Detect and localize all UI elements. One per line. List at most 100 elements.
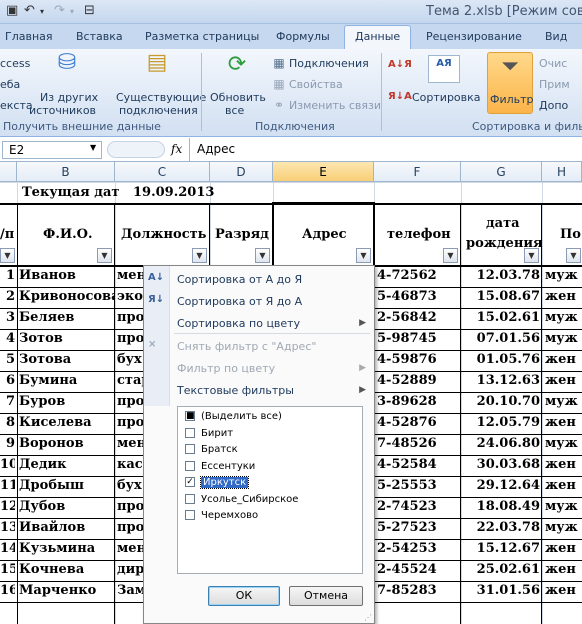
column-header-b[interactable]: B bbox=[17, 162, 115, 182]
filter-value-item[interactable]: Братск bbox=[185, 443, 238, 456]
properties-button[interactable]: Свойства bbox=[289, 78, 343, 91]
existing-connections-label-2[interactable]: подключения bbox=[119, 104, 198, 117]
refresh-all-label-2[interactable]: все bbox=[225, 104, 244, 117]
advanced-button[interactable]: Допо bbox=[539, 99, 568, 112]
tab-data[interactable]: Данные bbox=[344, 25, 412, 49]
cell-birth-date[interactable]: 25.02.61 bbox=[463, 560, 540, 580]
cell-sex[interactable]: жен bbox=[545, 560, 582, 580]
cell-fio[interactable]: Зотова bbox=[19, 350, 114, 370]
current-date-value[interactable]: 19.09.2013 bbox=[133, 183, 214, 203]
formula-input[interactable]: Адрес bbox=[197, 142, 235, 156]
header-sex[interactable]: По bbox=[560, 225, 581, 245]
cell-birth-date[interactable]: 13.12.63 bbox=[463, 371, 540, 391]
filter-value-checkbox[interactable]: ■ bbox=[185, 411, 195, 421]
filter-value-item[interactable]: ■ (Выделить все) bbox=[185, 410, 282, 423]
cell-number[interactable]: 1 bbox=[0, 266, 15, 286]
cell-phone[interactable]: 4-72562 bbox=[377, 266, 457, 286]
cell-phone[interactable]: 2-74523 bbox=[377, 497, 457, 517]
menu-sort-by-color[interactable]: Сортировка по цвету bbox=[177, 317, 300, 330]
cell-fio[interactable]: Бумина bbox=[19, 371, 114, 391]
cell-birth-date[interactable]: 30.03.68 bbox=[463, 455, 540, 475]
filter-value-checkbox[interactable] bbox=[185, 460, 195, 471]
cell-number[interactable]: 9 bbox=[0, 434, 15, 454]
cell-fio[interactable]: Дедик bbox=[19, 455, 114, 475]
filter-dropdown-sex[interactable]: ▼ bbox=[566, 248, 581, 263]
filter-dropdown-address[interactable]: ▼ bbox=[356, 248, 371, 263]
filter-button[interactable]: ⏷ Фильтр bbox=[487, 52, 534, 114]
cell-sex[interactable]: жен bbox=[545, 455, 582, 475]
cell-sex[interactable]: жен bbox=[545, 350, 582, 370]
column-header-h[interactable]: H bbox=[542, 162, 582, 182]
sort-asc-icon[interactable]: А↓Я bbox=[388, 57, 412, 73]
existing-connections-label-1[interactable]: Существующие bbox=[116, 91, 206, 104]
cell-fio[interactable]: Ивайлов bbox=[19, 518, 114, 538]
cell-sex[interactable]: муж bbox=[545, 329, 582, 349]
cell-phone[interactable]: 5-98745 bbox=[377, 329, 457, 349]
cell-birth-date[interactable]: 31.01.56 bbox=[463, 581, 540, 601]
menu-clear-filter[interactable]: Снять фильтр с "Адрес" bbox=[177, 340, 316, 353]
ok-button[interactable]: ОК bbox=[208, 586, 280, 606]
cell-phone[interactable]: 3-89628 bbox=[377, 392, 457, 412]
cell-birth-date[interactable]: 15.08.67 bbox=[463, 287, 540, 307]
filter-dropdown-phone[interactable]: ▼ bbox=[443, 248, 458, 263]
tab-view[interactable]: Вид bbox=[545, 30, 567, 43]
filter-dropdown-position[interactable]: ▼ bbox=[192, 248, 207, 263]
cell-phone[interactable]: 2-54253 bbox=[377, 539, 457, 559]
cell-sex[interactable]: жен bbox=[545, 413, 582, 433]
cell-birth-date[interactable]: 15.02.61 bbox=[463, 308, 540, 328]
column-header-e[interactable]: E bbox=[273, 162, 374, 182]
column-header-g[interactable]: G bbox=[461, 162, 542, 182]
cell-number[interactable]: 5 bbox=[0, 350, 15, 370]
column-header-d[interactable]: D bbox=[210, 162, 273, 182]
header-phone[interactable]: телефон bbox=[387, 225, 451, 245]
from-access-button[interactable]: ccess bbox=[0, 57, 30, 70]
cell-number[interactable]: 2 bbox=[0, 287, 15, 307]
name-box[interactable]: E2 bbox=[2, 141, 102, 159]
filter-value-item[interactable]: Ессентуки bbox=[185, 460, 255, 473]
filter-dropdown-birth[interactable]: ▼ bbox=[524, 248, 539, 263]
undo-icon[interactable]: ↶ bbox=[24, 3, 35, 18]
cell-birth-date[interactable]: 22.03.78 bbox=[463, 518, 540, 538]
redo-dropdown-icon[interactable]: ▾ bbox=[70, 7, 74, 16]
cell-phone[interactable]: 2-56842 bbox=[377, 308, 457, 328]
filter-value-item[interactable]: Усолье_Сибирское bbox=[185, 493, 298, 506]
filter-value-checkbox[interactable] bbox=[185, 427, 195, 438]
cell-phone[interactable]: 4-59876 bbox=[377, 350, 457, 370]
cell-phone[interactable]: 4-52584 bbox=[377, 455, 457, 475]
cell-fio[interactable]: Марченко bbox=[19, 581, 114, 601]
cancel-button[interactable]: Отмена bbox=[289, 586, 363, 606]
row-header-corner[interactable] bbox=[0, 162, 17, 182]
cell-number[interactable]: 14 bbox=[0, 539, 15, 559]
cell-sex[interactable]: муж bbox=[545, 518, 582, 538]
cell-phone[interactable]: 7-48526 bbox=[377, 434, 457, 454]
undo-dropdown-icon[interactable]: ▾ bbox=[40, 7, 44, 16]
cell-fio[interactable]: Иванов bbox=[19, 266, 114, 286]
cell-sex[interactable]: муж bbox=[545, 434, 582, 454]
cell-birth-date[interactable]: 24.06.80 bbox=[463, 434, 540, 454]
header-birth-1[interactable]: дата bbox=[486, 214, 520, 234]
name-box-dropdown-icon[interactable]: ▼ bbox=[90, 143, 96, 152]
tab-insert[interactable]: Вставка bbox=[76, 30, 123, 43]
filter-dropdown-number[interactable]: ▼ bbox=[0, 248, 15, 263]
current-date-label[interactable]: Текущая дат bbox=[22, 183, 119, 203]
cell-sex[interactable]: жен bbox=[545, 476, 582, 496]
cell-phone[interactable]: 4-52889 bbox=[377, 371, 457, 391]
cell-birth-date[interactable]: 12.05.79 bbox=[463, 413, 540, 433]
column-header-c[interactable]: C bbox=[115, 162, 210, 182]
filter-dropdown-grade[interactable]: ▼ bbox=[255, 248, 270, 263]
tab-home[interactable]: Главная bbox=[5, 30, 53, 43]
cell-fio[interactable]: Кузьмина bbox=[19, 539, 114, 559]
cell-number[interactable]: 12 bbox=[0, 497, 15, 517]
tab-formulas[interactable]: Формулы bbox=[276, 30, 330, 43]
cell-sex[interactable]: муж bbox=[545, 308, 582, 328]
cell-sex[interactable]: муж bbox=[545, 497, 582, 517]
filter-value-checkbox[interactable] bbox=[185, 510, 195, 520]
cell-fio[interactable]: Зотов bbox=[19, 329, 114, 349]
cell-phone[interactable]: 7-85283 bbox=[377, 581, 457, 601]
cell-phone[interactable]: 2-45524 bbox=[377, 560, 457, 580]
cell-number[interactable]: 7 bbox=[0, 392, 15, 412]
cell-sex[interactable]: жен bbox=[545, 371, 582, 391]
header-address[interactable]: Адрес bbox=[302, 225, 347, 245]
header-fio[interactable]: Ф.И.О. bbox=[43, 225, 93, 245]
other-sources-label-2[interactable]: источников bbox=[29, 104, 96, 117]
